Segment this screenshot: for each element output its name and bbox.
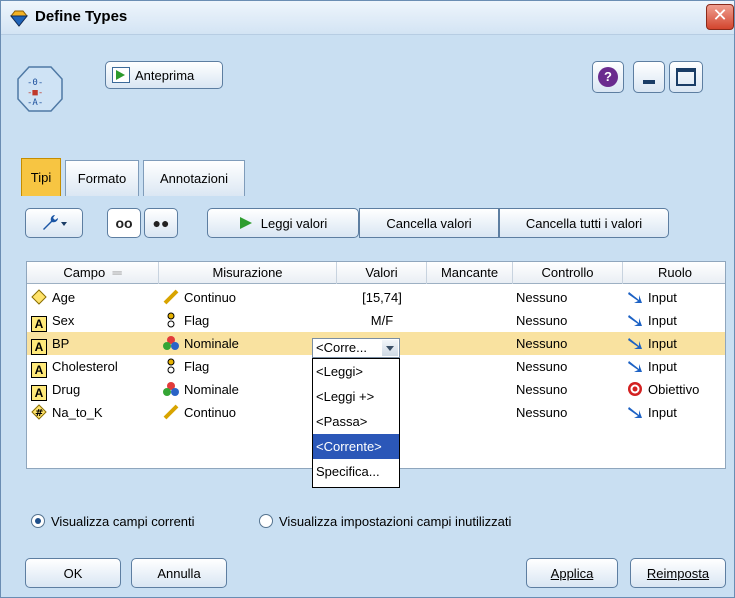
flag-icon <box>167 358 175 374</box>
input-arrow-icon <box>628 361 642 372</box>
tab-annotazioni[interactable]: Annotazioni <box>143 160 245 196</box>
dropdown-option[interactable]: <Leggi +> <box>313 384 399 409</box>
target-icon <box>628 382 642 396</box>
sort-icon: ═ <box>108 265 122 280</box>
tab-label: Annotazioni <box>160 171 228 186</box>
play-icon <box>239 217 252 229</box>
radio-unchecked-icon[interactable] <box>259 514 273 528</box>
preview-button[interactable]: Anteprima <box>105 61 223 89</box>
string-a-icon: A <box>31 362 47 378</box>
dropdown-option[interactable]: Specifica... <box>313 459 399 484</box>
tools-menu-button[interactable] <box>25 208 83 238</box>
ruler-icon <box>163 404 179 420</box>
dropdown-option[interactable]: <Leggi> <box>313 359 399 384</box>
flag-icon <box>167 312 175 328</box>
maximize-button[interactable] <box>669 61 703 93</box>
minimize-icon <box>643 80 655 84</box>
nominal-icon <box>163 336 179 350</box>
dropdown-option[interactable]: <Passa> <box>313 409 399 434</box>
column-header-campo[interactable]: Campo ═ <box>27 262 159 284</box>
svg-text:-0-: -0- <box>27 78 43 88</box>
tab-tipi[interactable]: Tipi <box>21 158 61 196</box>
ok-button[interactable]: OK <box>25 558 121 588</box>
window-title: Define Types <box>35 8 128 25</box>
help-button[interactable]: ? <box>592 61 624 93</box>
preview-icon <box>112 67 130 83</box>
chain-link-icon: oo <box>115 215 133 231</box>
ruler-icon <box>163 289 179 305</box>
radio-label: Visualizza campi correnti <box>51 513 195 529</box>
input-arrow-icon <box>628 407 642 418</box>
values-combo[interactable]: <Corre... <box>312 338 400 358</box>
column-header-valori[interactable]: Valori <box>337 262 427 284</box>
input-arrow-icon <box>628 315 642 326</box>
column-header-mancante[interactable]: Mancante <box>427 262 513 284</box>
svg-text:-A-: -A- <box>27 98 43 108</box>
values-dropdown-list: <Leggi> <Leggi +> <Passa> <Corrente> Spe… <box>312 358 400 488</box>
wrench-icon <box>43 215 67 230</box>
chevron-down-icon[interactable] <box>382 340 398 356</box>
svg-text:#: # <box>35 408 43 419</box>
numeric-icon: # <box>31 404 47 420</box>
cancel-button[interactable]: Annulla <box>131 558 227 588</box>
radio-unused-fields[interactable]: Visualizza impostazioni campi inutilizza… <box>259 512 511 530</box>
close-icon: ✕ <box>712 5 728 26</box>
define-types-dialog: Define Types ✕ -0- -■- -A- Anteprima ? T… <box>0 0 735 598</box>
column-header-controllo[interactable]: Controllo <box>513 262 623 284</box>
diamond-icon <box>9 10 29 27</box>
nominal-icon <box>163 382 179 396</box>
input-arrow-icon <box>628 292 642 303</box>
clear-all-values-label: Cancella tutti i valori <box>525 215 643 231</box>
clear-all-values-button[interactable]: Cancella tutti i valori <box>499 208 669 238</box>
type-node-icon: -0- -■- -A- <box>17 66 63 112</box>
reset-button[interactable]: Reimposta <box>630 558 726 588</box>
minimize-button[interactable] <box>633 61 665 93</box>
help-icon: ? <box>598 67 618 87</box>
column-header-ruolo[interactable]: Ruolo <box>623 262 727 284</box>
link-off-button[interactable]: ●● <box>144 208 178 238</box>
title-bar: Define Types ✕ <box>1 1 734 35</box>
maximize-icon <box>676 68 696 86</box>
string-a-icon: A <box>31 316 47 332</box>
dropdown-option-highlighted[interactable]: <Corrente> <box>313 434 399 459</box>
clear-values-button[interactable]: Cancella valori <box>359 208 499 238</box>
radio-label: Visualizza impostazioni campi inutilizza… <box>279 513 512 529</box>
tab-formato[interactable]: Formato <box>65 160 139 196</box>
table-header: Campo ═ Misurazione Valori Mancante Cont… <box>27 262 725 284</box>
svg-text:-■-: -■- <box>27 88 43 98</box>
read-values-button[interactable]: Leggi valori <box>207 208 359 238</box>
string-a-icon: A <box>31 385 47 401</box>
read-values-label: Leggi valori <box>260 215 328 231</box>
apply-button[interactable]: Applica <box>526 558 618 588</box>
clear-values-label: Cancella valori <box>386 215 472 231</box>
chain-unlink-icon: ●● <box>152 215 170 231</box>
preview-label: Anteprima <box>135 67 195 83</box>
input-arrow-icon <box>628 338 642 349</box>
range-diamond-icon <box>31 289 47 305</box>
radio-current-fields[interactable]: Visualizza campi correnti <box>31 512 195 530</box>
tab-label: Formato <box>77 171 127 186</box>
combo-value: <Corre... <box>316 340 367 355</box>
radio-checked-icon[interactable] <box>31 514 45 528</box>
string-a-icon: A <box>31 339 47 355</box>
table-row[interactable]: Age Continuo [15,74] Nessuno Input <box>27 286 725 309</box>
tab-label: Tipi <box>30 170 52 185</box>
close-button[interactable]: ✕ <box>706 4 734 30</box>
table-row[interactable]: A Sex Flag M/F Nessuno Input <box>27 309 725 332</box>
column-header-misurazione[interactable]: Misurazione <box>159 262 337 284</box>
link-on-button[interactable]: oo <box>107 208 141 238</box>
